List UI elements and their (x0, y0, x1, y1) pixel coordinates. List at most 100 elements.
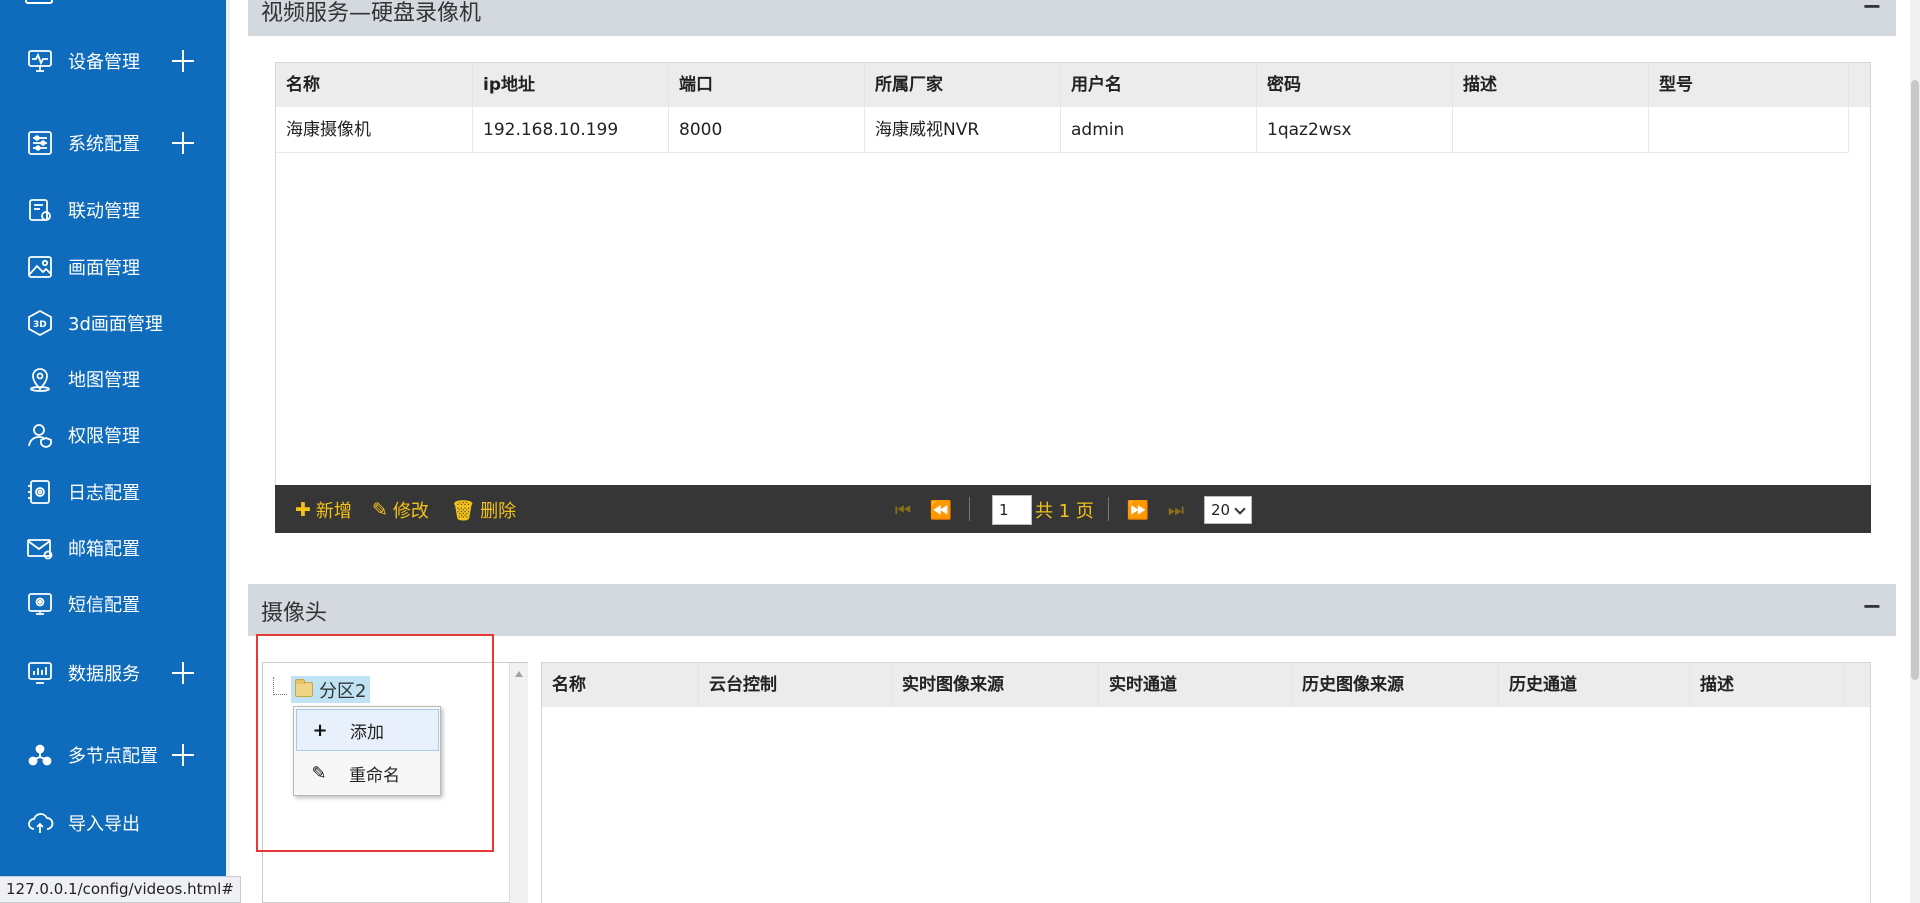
camera-panel-header: 摄像头 − (248, 584, 1896, 636)
sidebar-item-permissions[interactable]: 权限管理 (0, 411, 226, 459)
column-header[interactable]: 云台控制 (699, 663, 892, 707)
nvr-panel-collapse-button[interactable]: − (1862, 0, 1882, 20)
pencil-icon: ✎ (372, 499, 388, 521)
column-header[interactable]: 型号 (1649, 63, 1849, 107)
tree-scrollbar[interactable] (509, 663, 528, 903)
sidebar-item-device-management[interactable]: 设备管理 (0, 37, 226, 85)
column-header[interactable]: 历史图像来源 (1292, 663, 1499, 707)
expand-plus-icon[interactable] (170, 742, 196, 768)
sidebar-item-system-config[interactable]: 系统配置 (0, 119, 226, 167)
user-shield-icon (25, 420, 55, 450)
context-menu-label: 添加 (350, 722, 384, 743)
nvr-panel-title: 视频服务—硬盘录像机 (261, 1, 482, 26)
page-total: 共 1 页 (1035, 501, 1094, 522)
sidebar-item-screen[interactable]: 画面管理 (0, 243, 226, 291)
page-scrollbar[interactable] (1910, 0, 1920, 903)
first-page-icon[interactable]: ⏮ (892, 499, 914, 521)
context-menu: + 添加 ✎ 重命名 (293, 706, 441, 796)
last-page-icon[interactable]: ⏭ (1165, 499, 1187, 521)
camera-panel-collapse-button[interactable]: − (1862, 592, 1882, 620)
nvr-panel-header: 视频服务—硬盘录像机 − (248, 0, 1896, 36)
plus-icon: + (312, 719, 328, 741)
table-cell (1453, 107, 1649, 153)
column-header[interactable]: 端口 (669, 63, 865, 107)
camera-panel-title: 摄像头 (261, 601, 328, 626)
page-scrollbar-thumb[interactable] (1911, 80, 1919, 680)
table-cell: admin (1061, 107, 1257, 153)
pager-separator (1108, 497, 1109, 521)
table-cell: 海康摄像机 (276, 107, 473, 153)
tree-node-label: 分区2 (319, 680, 367, 702)
column-header[interactable]: 描述 (1453, 63, 1649, 107)
prev-page-icon[interactable]: ⏪ (930, 499, 952, 521)
column-header[interactable]: 实时图像来源 (892, 663, 1099, 707)
cloud-sync-icon (25, 808, 55, 838)
sidebar-item-label: 3d画面管理 (68, 314, 163, 335)
log-gear-icon (25, 477, 55, 507)
sidebar-item-multi-node[interactable]: 多节点配置 (0, 731, 226, 779)
sidebar-item-data-service[interactable]: 数据服务 (0, 649, 226, 697)
image-icon (25, 252, 55, 282)
column-header[interactable]: 实时通道 (1099, 663, 1292, 707)
column-header[interactable]: ip地址 (473, 63, 669, 107)
sidebar-item-label: 日志配置 (68, 483, 140, 504)
sms-gear-icon (25, 589, 55, 619)
camera-grid: 名称 云台控制 实时图像来源 实时通道 历史图像来源 历史通道 描述 (541, 662, 1871, 903)
sidebar-item-map[interactable]: 地图管理 (0, 355, 226, 403)
tree-connector (273, 677, 287, 695)
nvr-grid-header: 名称 ip地址 端口 所属厂家 用户名 密码 描述 型号 (276, 63, 1870, 107)
sidebar-item-label: 画面管理 (68, 258, 140, 279)
tree-node-zone[interactable]: 分区2 (291, 676, 371, 703)
partial-icon (25, 0, 53, 4)
edit-button-label: 修改 (392, 501, 429, 522)
add-button[interactable]: ✚ 新增 (295, 497, 352, 523)
map-pin-icon (25, 364, 55, 394)
column-header[interactable]: 描述 (1690, 663, 1845, 707)
scroll-up-icon[interactable] (515, 671, 523, 677)
sidebar-item-sms-config[interactable]: 短信配置 (0, 580, 226, 628)
context-menu-add[interactable]: + 添加 (296, 709, 439, 751)
column-header[interactable]: 历史通道 (1499, 663, 1690, 707)
plus-icon: ✚ (295, 499, 311, 521)
edit-button[interactable]: ✎ 修改 (372, 497, 429, 523)
sidebar: 设备管理 系统配置 联动管理 画面管理 3D 3d画面管理 地图管理 权限管理 … (0, 0, 226, 903)
sidebar-item-label: 系统配置 (68, 134, 140, 155)
sidebar-item-label: 短信配置 (68, 595, 140, 616)
sidebar-item-label: 权限管理 (68, 426, 140, 447)
sidebar-divider (226, 0, 230, 903)
grid-toolbar: ✚新增 ✎修改 🗑删除 ⏮ ⏪ 共 1 页 ⏩ ⏭ 20 (275, 485, 1871, 533)
context-menu-label: 重命名 (349, 765, 400, 786)
expand-plus-icon[interactable] (170, 48, 196, 74)
status-bar-url: 127.0.0.1/config/videos.html# (0, 876, 241, 903)
column-header[interactable]: 密码 (1257, 63, 1453, 107)
sidebar-item-label: 地图管理 (68, 370, 140, 391)
column-header[interactable]: 所属厂家 (865, 63, 1061, 107)
sidebar-item-label: 导入导出 (68, 814, 140, 835)
table-cell: 海康威视NVR (865, 107, 1061, 153)
column-header[interactable]: 名称 (542, 663, 699, 707)
sidebar-item-import-export[interactable]: 导入导出 (0, 799, 226, 847)
sidebar-item-mail-config[interactable]: 邮箱配置 (0, 524, 226, 572)
sidebar-item-label: 多节点配置 (68, 746, 158, 767)
pencil-icon: ✎ (311, 762, 327, 784)
folder-icon (295, 679, 313, 697)
delete-button[interactable]: 🗑 删除 (451, 497, 516, 523)
nodes-icon (25, 740, 55, 770)
expand-plus-icon[interactable] (170, 130, 196, 156)
context-menu-rename[interactable]: ✎ 重命名 (296, 752, 439, 794)
sliders-icon (25, 128, 55, 158)
svg-text:3D: 3D (33, 320, 47, 330)
sidebar-item-log-config[interactable]: 日志配置 (0, 468, 226, 516)
next-page-icon[interactable]: ⏩ (1127, 499, 1149, 521)
pager-separator (969, 497, 970, 521)
nvr-grid: 名称 ip地址 端口 所属厂家 用户名 密码 描述 型号 海康摄像机 192.1… (275, 62, 1871, 486)
expand-plus-icon[interactable] (170, 660, 196, 686)
linkage-icon (25, 195, 55, 225)
column-header[interactable]: 名称 (276, 63, 473, 107)
sidebar-item-3d-screen[interactable]: 3D 3d画面管理 (0, 299, 226, 347)
column-header[interactable]: 用户名 (1061, 63, 1257, 107)
mail-gear-icon (25, 533, 55, 563)
page-size-select[interactable]: 20 (1204, 496, 1252, 524)
page-number-input[interactable] (992, 495, 1032, 525)
sidebar-item-linkage[interactable]: 联动管理 (0, 186, 226, 234)
